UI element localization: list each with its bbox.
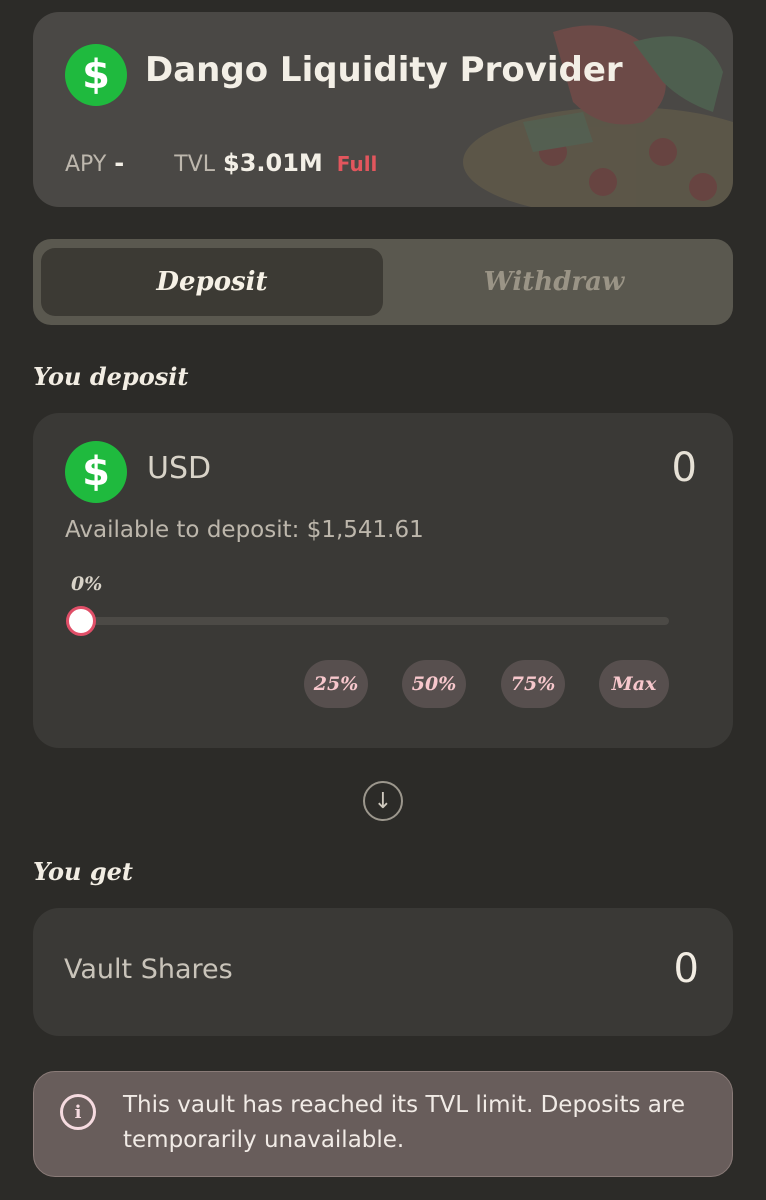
dollar-icon: $ (65, 44, 127, 106)
you-get-label: You get (33, 857, 133, 886)
deposit-amount-input[interactable]: 0 (672, 445, 697, 491)
quick-50-button[interactable]: 50% (402, 660, 466, 708)
quick-max-button[interactable]: Max (599, 660, 669, 708)
asset-label: USD (147, 451, 212, 486)
vault-shares-value: 0 (673, 946, 699, 992)
tvl-label: TVL (174, 152, 215, 177)
slider-percent-label: 0% (71, 573, 103, 595)
tvl-value: $3.01M (223, 149, 323, 177)
tvl-limit-alert: i This vault has reached its TVL limit. … (33, 1071, 733, 1177)
arrow-down-icon: ↓ (363, 781, 403, 821)
alert-message: This vault has reached its TVL limit. De… (123, 1092, 685, 1153)
vault-stats: APY - TVL $3.01M Full (65, 149, 377, 177)
tab-withdraw[interactable]: Withdraw (383, 248, 725, 316)
vault-title: Dango Liquidity Provider (145, 50, 623, 90)
vault-header-card: $ Dango Liquidity Provider APY - TVL $3.… (33, 12, 733, 207)
status-badge: Full (336, 152, 378, 176)
apy-value: - (114, 149, 125, 177)
tab-deposit[interactable]: Deposit (41, 248, 383, 316)
you-deposit-label: You deposit (33, 362, 189, 391)
amount-slider-thumb[interactable] (66, 606, 96, 636)
dollar-icon: $ (65, 441, 127, 503)
apy-label: APY (65, 152, 107, 177)
vault-shares-label: Vault Shares (64, 954, 233, 985)
amount-slider-track[interactable] (81, 617, 669, 625)
vault-illustration (463, 25, 733, 207)
info-icon: i (60, 1094, 96, 1130)
available-balance: Available to deposit: $1,541.61 (65, 517, 424, 543)
vault-shares-card: Vault Shares 0 (33, 908, 733, 1036)
quick-75-button[interactable]: 75% (501, 660, 565, 708)
quick-25-button[interactable]: 25% (304, 660, 368, 708)
deposit-card: $ USD 0 Available to deposit: $1,541.61 … (33, 413, 733, 748)
deposit-withdraw-tabs: Deposit Withdraw (33, 239, 733, 325)
